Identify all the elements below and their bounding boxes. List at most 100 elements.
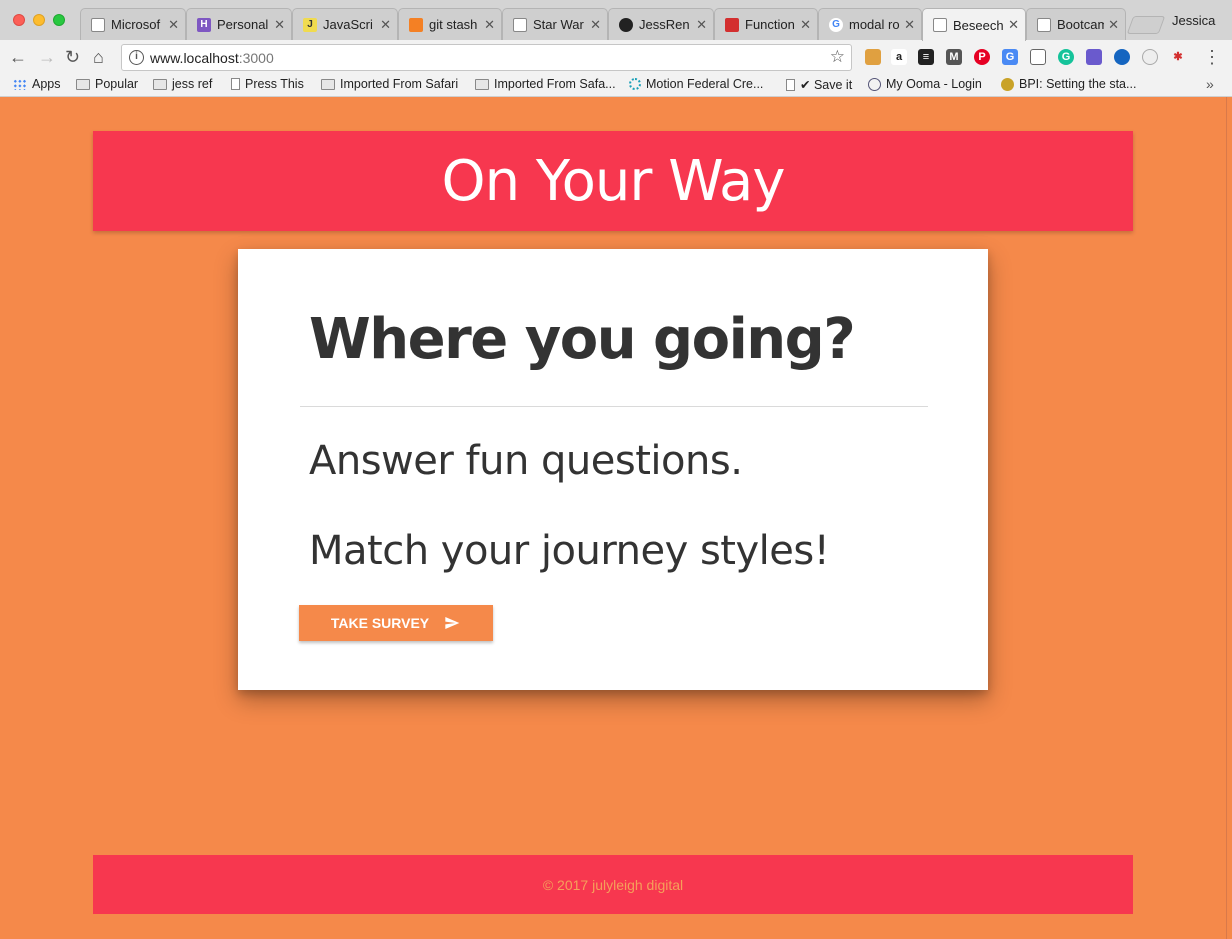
tab-function[interactable]: Function ✕: [714, 8, 818, 40]
minimize-window-button[interactable]: [33, 14, 45, 26]
bookmark-label: Imported From Safari: [340, 77, 459, 91]
reload-icon[interactable]: ↻: [65, 46, 80, 68]
close-icon[interactable]: ✕: [696, 17, 707, 33]
tab-modal-google[interactable]: G modal ro ✕: [818, 8, 922, 40]
tab-microsoft[interactable]: Microsof ✕: [80, 8, 186, 40]
back-arrow-icon[interactable]: ←: [9, 46, 27, 68]
tab-javascript[interactable]: J JavaScri ✕: [292, 8, 398, 40]
site-footer: © 2017 julyleigh digital: [93, 855, 1133, 914]
tab-label: Bootcam: [1057, 17, 1105, 32]
apps-icon: [13, 78, 27, 90]
bookmark-label: ✔ Save it: [800, 78, 853, 92]
close-icon[interactable]: ✕: [800, 17, 811, 33]
bookmark-imported-safari-2[interactable]: Imported From Safa...: [475, 77, 616, 91]
cast-extension-icon[interactable]: [1030, 49, 1046, 65]
close-icon[interactable]: ✕: [904, 17, 915, 33]
address-bar[interactable]: i www.localhost:3000 ☆: [121, 44, 852, 71]
card-line-match: Match your journey styles!: [309, 528, 830, 574]
tab-label: Personal: [217, 17, 269, 32]
bookmark-apps[interactable]: Apps: [13, 77, 61, 91]
tab-star-wars[interactable]: Star War ✕: [502, 8, 608, 40]
bookmark-my-ooma[interactable]: My Ooma - Login: [868, 77, 982, 91]
bookmark-jess-ref[interactable]: jess ref: [153, 77, 212, 91]
page-icon: [513, 17, 527, 32]
pinterest-extension-icon[interactable]: P: [974, 49, 990, 65]
tab-label: Beseech: [953, 17, 1004, 33]
circle-extension-icon[interactable]: [1142, 49, 1158, 65]
new-tab-button[interactable]: [1126, 16, 1166, 34]
bookmark-label: Press This: [245, 77, 304, 91]
google-icon: G: [829, 17, 843, 32]
amazon-extension-icon[interactable]: a: [891, 49, 907, 65]
bookmark-press-this[interactable]: Press This: [231, 77, 304, 91]
more-menu-icon[interactable]: ⋮: [1203, 47, 1221, 68]
tab-github[interactable]: JessRen ✕: [608, 8, 714, 40]
bookmark-label: BPI: Setting the sta...: [1019, 77, 1137, 91]
tab-label: git stash: [429, 17, 478, 32]
grammarly-extension-icon[interactable]: G: [1058, 49, 1074, 65]
take-survey-button[interactable]: TAKE SURVEY: [299, 605, 493, 641]
tab-git-stash[interactable]: git stash ✕: [398, 8, 502, 40]
page-icon: [786, 78, 795, 91]
github-icon: [619, 17, 633, 32]
home-icon[interactable]: ⌂: [93, 46, 104, 68]
take-survey-label: TAKE SURVEY: [330, 615, 430, 631]
bookmark-motion-federal[interactable]: Motion Federal Cre...: [629, 77, 763, 91]
bookmark-popular[interactable]: Popular: [76, 77, 138, 91]
tab-beseech-active[interactable]: Beseech ✕: [922, 8, 1026, 41]
forward-arrow-icon[interactable]: →: [38, 46, 56, 68]
card-divider: [300, 406, 928, 407]
bookmarks-bar: Apps Popular jess ref Press This Importe…: [0, 74, 1232, 97]
bookmarks-overflow-icon[interactable]: »: [1206, 76, 1214, 92]
calendar-extension-icon[interactable]: [1086, 49, 1102, 65]
tab-label: JessRen: [639, 17, 690, 32]
info-icon[interactable]: i: [129, 50, 144, 65]
page-icon: [91, 17, 105, 32]
site-title: On Your Way: [441, 148, 786, 214]
bookmark-imported-safari[interactable]: Imported From Safari: [321, 77, 458, 91]
translate-extension-icon[interactable]: G: [1002, 49, 1018, 65]
close-window-button[interactable]: [13, 14, 25, 26]
gmail-extension-icon[interactable]: M: [946, 49, 962, 65]
close-icon[interactable]: ✕: [590, 17, 601, 33]
bug-extension-icon[interactable]: ✱: [1170, 49, 1186, 65]
reader-extension-icon[interactable]: [1114, 49, 1130, 65]
close-icon[interactable]: ✕: [1108, 17, 1119, 33]
bookmark-star-icon[interactable]: ☆: [830, 47, 845, 67]
browser-toolbar: ← → ↻ ⌂ i www.localhost:3000 ☆ a ≡ M P G…: [0, 40, 1232, 74]
tab-label: modal ro: [849, 17, 900, 32]
site-icon: [629, 78, 641, 90]
tab-bootcamp[interactable]: Bootcam ✕: [1026, 8, 1126, 40]
site-header: On Your Way: [93, 131, 1133, 231]
profile-name[interactable]: Jessica: [1172, 13, 1215, 28]
bookmark-bpi[interactable]: BPI: Setting the sta...: [1001, 77, 1136, 91]
url-text: www.localhost:3000: [150, 50, 274, 66]
footer-copyright: © 2017 julyleigh digital: [542, 876, 684, 893]
folder-icon: [153, 78, 167, 90]
tab-label: Star War: [533, 17, 584, 32]
bookmark-label: Imported From Safa...: [494, 77, 616, 91]
card-line-answer: Answer fun questions.: [309, 438, 743, 484]
page-icon: [1037, 17, 1051, 32]
bookmark-save-it[interactable]: ✔ Save it: [786, 77, 852, 92]
tab-label: JavaScri: [323, 17, 373, 32]
tab-strip: Microsof ✕ H Personal ✕ J JavaScri ✕ git…: [0, 0, 1232, 41]
folder-icon: [76, 78, 90, 90]
buffer-extension-icon[interactable]: ≡: [918, 49, 934, 65]
close-icon[interactable]: ✕: [168, 17, 179, 33]
bookmark-label: Popular: [95, 77, 139, 91]
eyedropper-extension-icon[interactable]: [865, 49, 881, 65]
zoom-window-button[interactable]: [53, 14, 65, 26]
browser-chrome: Microsof ✕ H Personal ✕ J JavaScri ✕ git…: [0, 0, 1232, 97]
tab-personal[interactable]: H Personal ✕: [186, 8, 292, 40]
bookmark-label: jess ref: [172, 77, 213, 91]
page-icon: [933, 18, 947, 32]
url-port: :3000: [238, 50, 274, 66]
close-icon[interactable]: ✕: [484, 17, 495, 33]
close-icon[interactable]: ✕: [274, 17, 285, 33]
bookmark-label: Apps: [32, 77, 61, 91]
site-icon: [868, 77, 881, 91]
close-icon[interactable]: ✕: [380, 17, 391, 33]
close-icon[interactable]: ✕: [1008, 17, 1019, 33]
heroku-icon: H: [197, 17, 211, 32]
